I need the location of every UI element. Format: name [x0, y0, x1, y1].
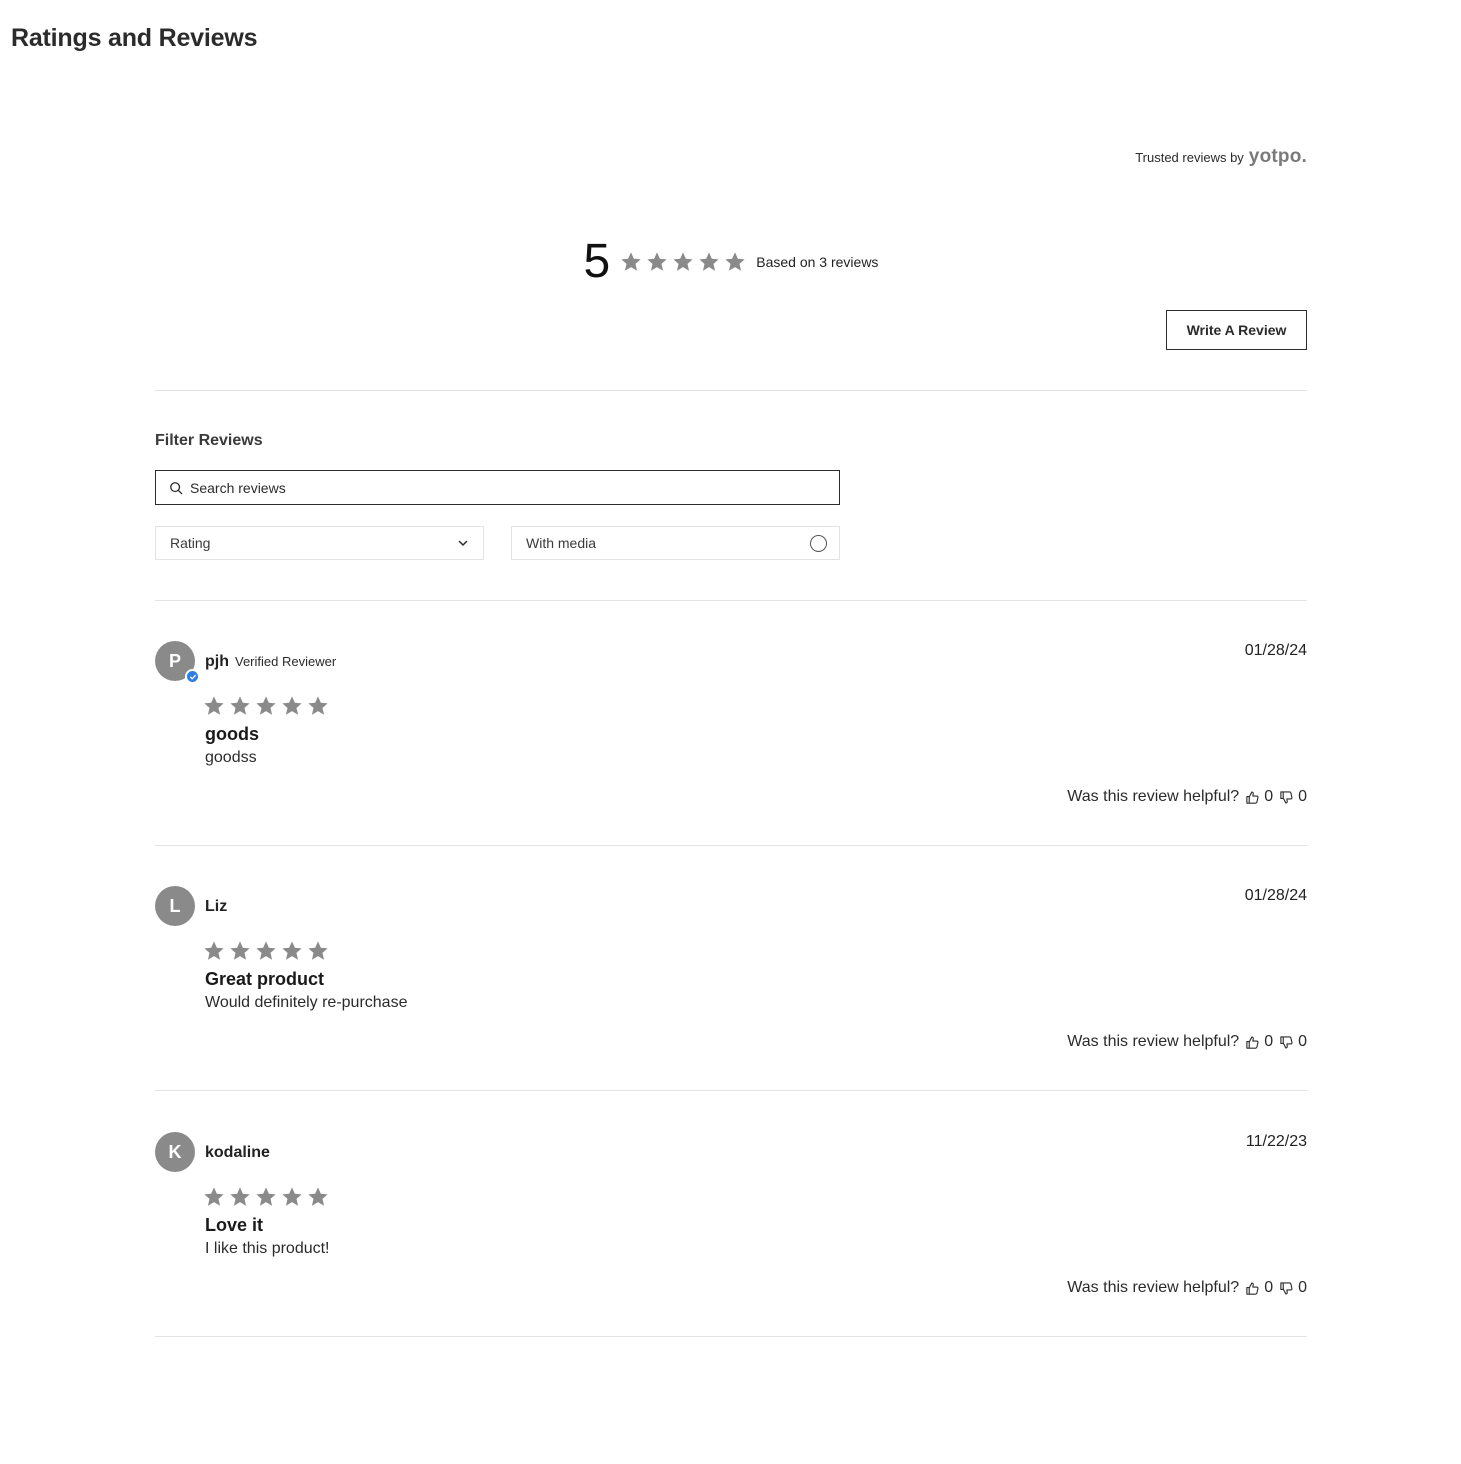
review-date: 01/28/24	[1244, 887, 1307, 904]
star-icon	[255, 1186, 277, 1208]
review-stars	[203, 1186, 329, 1208]
with-media-label: With media	[526, 535, 597, 551]
based-on-text: Based on 3 reviews	[756, 254, 879, 270]
star-icon	[646, 251, 668, 273]
yotpo-logo: yotpo.	[1248, 146, 1307, 167]
star-icon	[307, 695, 329, 717]
star-icon	[281, 695, 303, 717]
chevron-down-icon	[458, 540, 468, 546]
review-item: L Liz 01/28/24 Great product Would definite…	[155, 886, 1307, 1086]
star-icon	[229, 695, 251, 717]
vote-up-button[interactable]: 0	[1245, 1033, 1273, 1051]
reviewer-line: kodaline	[205, 1144, 270, 1162]
reviewer-line: pjh Verified Reviewer	[205, 653, 336, 671]
search-input[interactable]	[190, 479, 830, 496]
down-vote-count: 0	[1298, 1033, 1307, 1050]
star-icon	[620, 251, 642, 273]
review-item: K kodaline 11/22/23 Love it I like this pro…	[155, 1132, 1307, 1332]
with-media-toggle[interactable]: With media	[511, 526, 840, 560]
rating-summary: 5 Based on 3 reviews	[155, 232, 1307, 292]
helpful-votes: Was this review helpful? 0 0	[1067, 1279, 1307, 1297]
star-icon	[307, 1186, 329, 1208]
review-title: Great product	[205, 969, 325, 989]
trusted-text: Trusted reviews by	[1135, 150, 1244, 165]
divider	[155, 600, 1307, 601]
review-body: I like this product!	[205, 1240, 330, 1257]
star-icon	[281, 1186, 303, 1208]
star-icon	[203, 940, 225, 962]
divider	[155, 845, 1307, 846]
thumbs-up-icon	[1245, 790, 1260, 805]
star-icon	[203, 695, 225, 717]
vote-up-button[interactable]: 0	[1245, 1279, 1273, 1297]
star-icon	[281, 940, 303, 962]
helpful-prompt: Was this review helpful?	[1067, 788, 1240, 805]
reviewer-line: Liz	[205, 898, 227, 916]
reviewer-name: kodaline	[205, 1144, 270, 1161]
star-icon	[672, 251, 694, 273]
up-vote-count: 0	[1264, 788, 1274, 805]
thumbs-down-icon	[1279, 1281, 1294, 1296]
thumbs-up-icon	[1245, 1281, 1260, 1296]
down-vote-count: 0	[1298, 1279, 1307, 1296]
trusted-reviews-badge[interactable]: Trusted reviews by yotpo.	[1135, 146, 1307, 168]
thumbs-down-icon	[1279, 1035, 1294, 1050]
vote-down-button[interactable]: 0	[1279, 1033, 1307, 1051]
review-date: 01/28/24	[1244, 642, 1307, 659]
thumbs-up-icon	[1245, 1035, 1260, 1050]
write-review-button[interactable]: Write A Review	[1166, 310, 1307, 350]
star-icon	[307, 940, 329, 962]
up-vote-count: 0	[1264, 1279, 1274, 1296]
verified-reviewer-label: Verified Reviewer	[235, 654, 337, 669]
vote-down-button[interactable]: 0	[1279, 788, 1307, 806]
review-body: goodss	[205, 749, 257, 766]
review-title: goods	[205, 724, 259, 744]
star-icon	[698, 251, 720, 273]
search-icon	[170, 481, 183, 494]
star-icon	[255, 695, 277, 717]
star-icon	[229, 1186, 251, 1208]
reviews-widget: Trusted reviews by yotpo. 5 Based on 3 r…	[155, 0, 1307, 1464]
divider	[155, 1336, 1307, 1337]
filter-title: Filter Reviews	[155, 432, 263, 449]
review-stars	[203, 940, 329, 962]
vote-down-button[interactable]: 0	[1279, 1279, 1307, 1297]
helpful-prompt: Was this review helpful?	[1067, 1279, 1240, 1296]
divider	[155, 1090, 1307, 1091]
up-vote-count: 0	[1264, 1033, 1274, 1050]
reviewer-name: pjh	[205, 653, 229, 670]
star-icon	[229, 940, 251, 962]
avatar: L	[155, 886, 195, 926]
review-item: P pjh Verified Reviewer 01/28/24 goods goods…	[155, 641, 1307, 841]
reviewer-name: Liz	[205, 898, 228, 915]
search-box[interactable]	[155, 470, 840, 505]
down-vote-count: 0	[1298, 788, 1307, 805]
helpful-prompt: Was this review helpful?	[1067, 1033, 1240, 1050]
with-media-radio[interactable]	[810, 534, 827, 552]
star-icon	[724, 251, 746, 273]
divider	[155, 390, 1307, 391]
star-icon	[203, 1186, 225, 1208]
review-stars	[203, 695, 329, 717]
review-title: Love it	[205, 1215, 264, 1235]
rating-filter-select[interactable]: Rating	[155, 526, 484, 560]
helpful-votes: Was this review helpful? 0 0	[1067, 788, 1307, 806]
rating-filter-label: Rating	[170, 535, 211, 551]
helpful-votes: Was this review helpful? 0 0	[1067, 1033, 1307, 1051]
review-date: 11/22/23	[1245, 1133, 1307, 1150]
summary-stars	[620, 251, 746, 273]
review-body: Would definitely re-purchase	[205, 994, 408, 1011]
thumbs-down-icon	[1279, 790, 1294, 805]
avatar: K	[155, 1132, 195, 1172]
star-icon	[255, 940, 277, 962]
verified-check-icon	[185, 669, 200, 684]
average-score: 5	[583, 235, 611, 288]
vote-up-button[interactable]: 0	[1245, 788, 1273, 806]
